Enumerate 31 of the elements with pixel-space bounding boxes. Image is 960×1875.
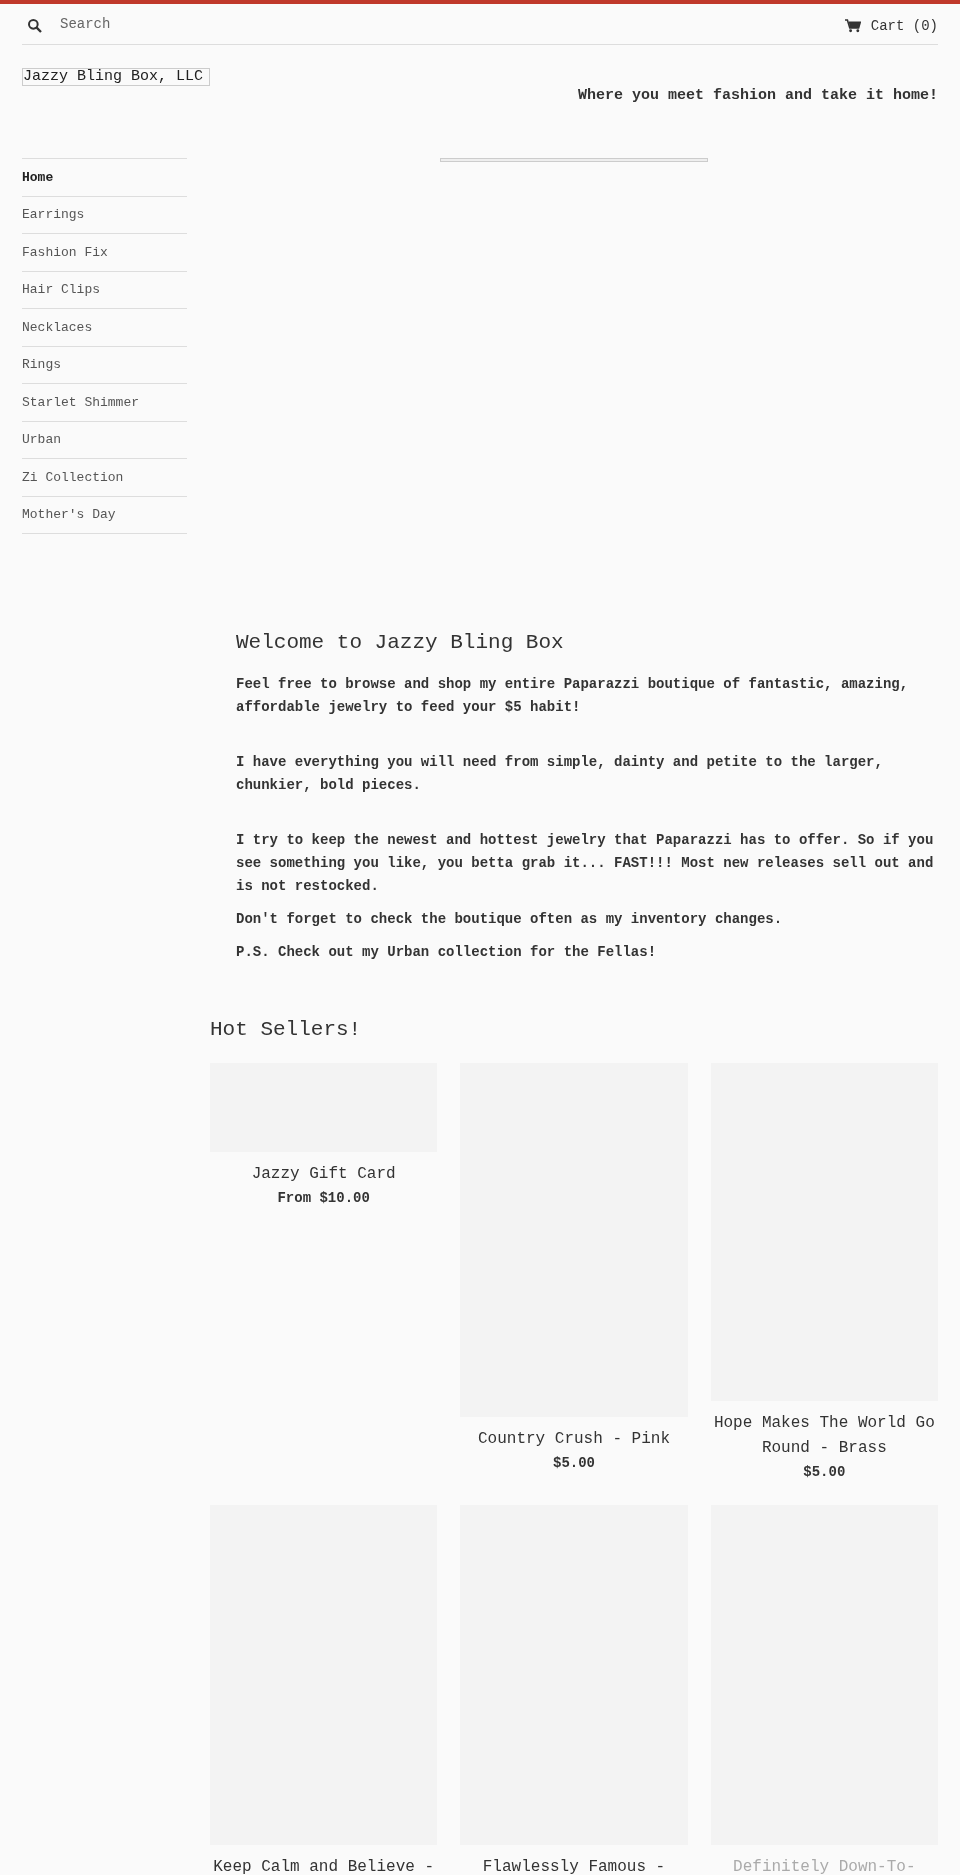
search-field[interactable]: Search (60, 13, 360, 35)
sidebar-item[interactable]: Mother's Day (22, 505, 116, 525)
section-heading: Hot Sellers! (210, 1016, 363, 1043)
product-title[interactable]: Jazzy Gift Card (251, 1162, 396, 1187)
search-icon[interactable] (27, 18, 43, 34)
sidebar-item[interactable]: Home (22, 167, 54, 187)
product-title[interactable]: Flawlessly Famous - (482, 1855, 666, 1875)
product-price: From $10.00 (277, 1189, 370, 1208)
sidebar-item[interactable]: Rings (22, 355, 61, 375)
welcome-paragraph: Don't forget to check the boutique often as my inventory changes. (236, 909, 784, 929)
store-logo[interactable]: Jazzy Bling Box, LLC (22, 68, 210, 86)
product-price: $5.00 (553, 1454, 595, 1473)
sidebar-item[interactable]: Earrings (22, 205, 85, 225)
sidebar-item[interactable]: Fashion Fix (22, 242, 108, 262)
product-title[interactable]: Country Crush - Pink (477, 1427, 670, 1452)
welcome-paragraph: Feel free to browse and shop my entire Paparazzi boutique of fantastic, amazing, affordable jewelry to feed your $5 habit! (236, 674, 910, 717)
welcome-paragraph: I have everything you will need from simple, dainty and petite to the larger, chunkier, bold pieces. (236, 752, 884, 795)
product-title[interactable]: Hope Makes The World Go Round - Brass (710, 1411, 938, 1461)
cart-link[interactable]: Cart (0) (844, 15, 938, 37)
welcome-heading: Welcome to Jazzy Bling Box (236, 630, 565, 656)
cart-icon (844, 19, 861, 33)
tagline: Where you meet fashion and take it home! (577, 86, 938, 106)
welcome-paragraph: I try to keep the newest and hottest jewelry that Paparazzi has to offer. So if you see something you like, you betta grab it... FAST!!! Most new releases sell out and is not restocked. (236, 830, 935, 896)
sidebar-item[interactable]: Urban (22, 430, 61, 450)
welcome-paragraph: P.S. Check out my Urban collection for the Fellas! (236, 942, 658, 962)
sidebar-item[interactable]: Starlet Shimmer (22, 392, 140, 412)
sidebar-item[interactable]: Zi Collection (22, 467, 124, 487)
sidebar-item[interactable]: Necklaces (22, 317, 93, 337)
product-price: $5.00 (803, 1463, 846, 1482)
product-title[interactable]: Keep Calm and Believe - (213, 1855, 435, 1875)
sidebar-item[interactable]: Hair Clips (22, 280, 100, 300)
